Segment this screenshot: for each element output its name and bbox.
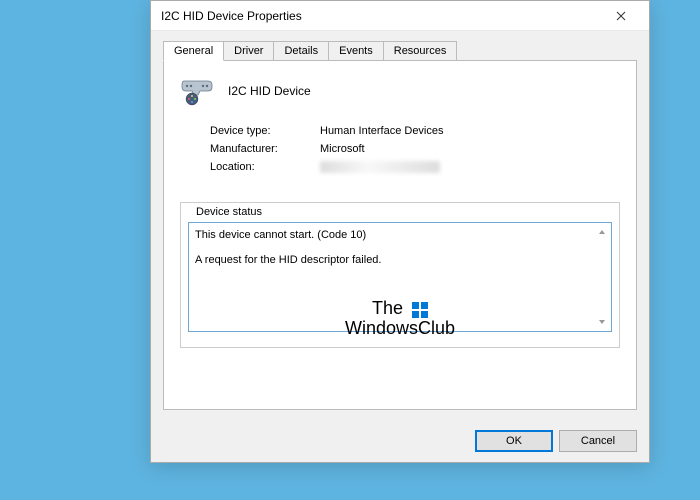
device-properties: Device type: Human Interface Devices Man… [210, 125, 620, 176]
device-type-label: Device type: [210, 125, 320, 137]
location-label: Location: [210, 161, 320, 176]
hid-device-icon [180, 75, 216, 107]
prop-row-location: Location: [210, 161, 620, 176]
redacted-location [320, 161, 440, 173]
device-status-legend: Device status [192, 206, 266, 218]
tab-general[interactable]: General [163, 41, 224, 61]
close-button[interactable] [601, 2, 641, 30]
location-value [320, 161, 620, 176]
manufacturer-value: Microsoft [320, 143, 620, 155]
device-header: I2C HID Device [180, 75, 620, 107]
dialog-content: General Driver Details Events Resources [151, 31, 649, 420]
prop-row-manufacturer: Manufacturer: Microsoft [210, 143, 620, 155]
dialog-button-row: OK Cancel [151, 420, 649, 462]
properties-dialog: I2C HID Device Properties General Driver… [150, 0, 650, 463]
device-type-value: Human Interface Devices [320, 125, 620, 137]
tab-details[interactable]: Details [273, 41, 329, 60]
prop-row-type: Device type: Human Interface Devices [210, 125, 620, 137]
tab-driver[interactable]: Driver [223, 41, 274, 60]
device-name: I2C HID Device [228, 84, 311, 98]
device-status-group: Device status This device cannot start. … [180, 196, 620, 348]
tab-panel-general: I2C HID Device Device type: Human Interf… [163, 60, 637, 410]
window-title: I2C HID Device Properties [161, 9, 601, 23]
device-status-textbox[interactable]: This device cannot start. (Code 10) A re… [188, 222, 612, 332]
ok-button[interactable]: OK [475, 430, 553, 452]
manufacturer-label: Manufacturer: [210, 143, 320, 155]
close-icon [616, 11, 626, 21]
titlebar[interactable]: I2C HID Device Properties [151, 1, 649, 31]
scroll-down-arrow-icon[interactable] [595, 315, 609, 329]
tab-events[interactable]: Events [328, 41, 384, 60]
tab-strip: General Driver Details Events Resources [163, 41, 637, 60]
scroll-up-arrow-icon[interactable] [595, 225, 609, 239]
tab-resources[interactable]: Resources [383, 41, 458, 60]
cancel-button[interactable]: Cancel [559, 430, 637, 452]
status-line-1: This device cannot start. (Code 10) [195, 227, 605, 244]
status-line-2: A request for the HID descriptor failed. [195, 252, 605, 269]
